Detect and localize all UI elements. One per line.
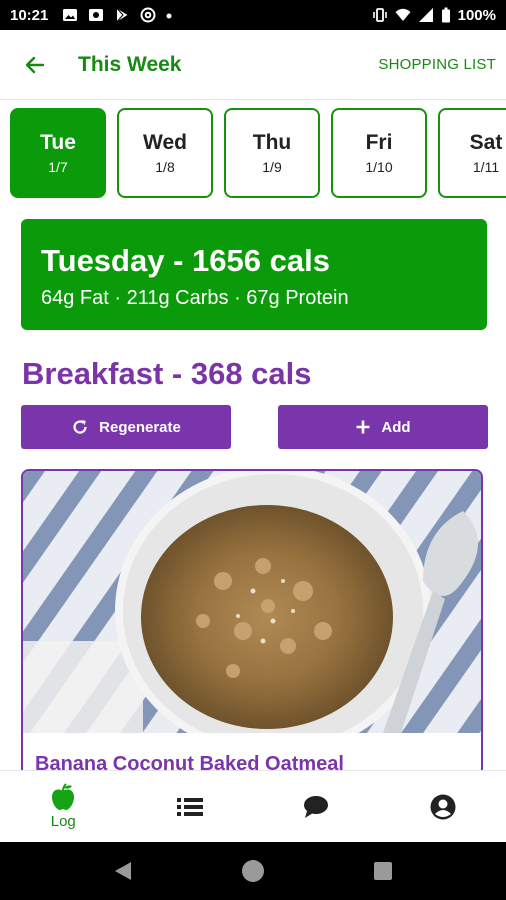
back-triangle-icon[interactable] <box>113 860 133 882</box>
day-chip-sat[interactable]: Sat 1/11 <box>438 108 506 198</box>
recipe-card[interactable]: Banana Coconut Baked Oatmeal <box>21 469 483 789</box>
at-sign-icon <box>140 7 156 23</box>
day-name: Thu <box>252 131 292 154</box>
nav-log-label: Log <box>50 813 76 830</box>
account-icon <box>430 794 456 819</box>
status-right: 100% <box>372 7 496 24</box>
nav-log[interactable]: Log <box>0 771 127 842</box>
chat-icon <box>304 795 329 818</box>
image-icon <box>63 9 78 21</box>
plus-icon <box>356 420 370 434</box>
day-chip-fri[interactable]: Fri 1/10 <box>331 108 427 198</box>
notification-icons <box>62 7 172 23</box>
signal-icon <box>418 8 433 22</box>
image-settings-icon <box>89 9 104 21</box>
page-title: This Week <box>78 52 182 76</box>
back-button[interactable] <box>12 42 58 88</box>
refresh-icon <box>73 420 87 434</box>
regenerate-label: Regenerate <box>99 418 181 436</box>
day-chip-wed[interactable]: Wed 1/8 <box>117 108 213 198</box>
nav-profile[interactable] <box>380 771 506 842</box>
battery-icon <box>441 7 450 23</box>
system-nav-bar <box>0 842 506 900</box>
daily-summary-card: Tuesday - 1656 cals 64g Fat · 211g Carbs… <box>21 219 487 330</box>
wifi-icon <box>395 8 411 21</box>
day-date: 1/9 <box>262 159 282 175</box>
day-chip-tue[interactable]: Tue 1/7 <box>10 108 106 198</box>
screen: 10:21 100% This Week SHOPPING LIST Tue 1… <box>0 0 506 900</box>
home-circle-icon[interactable] <box>240 858 266 884</box>
nav-chat[interactable] <box>253 771 380 842</box>
day-selector: Tue 1/7 Wed 1/8 Thu 1/9 Fri 1/10 Sat 1/1… <box>10 108 506 198</box>
day-date: 1/8 <box>155 159 175 175</box>
day-date: 1/11 <box>472 159 500 175</box>
day-name: Sat <box>469 131 503 154</box>
day-date: 1/10 <box>365 159 393 175</box>
day-date: 1/7 <box>48 159 68 175</box>
day-chip-thu[interactable]: Thu 1/9 <box>224 108 320 198</box>
dot-icon <box>166 13 172 19</box>
vibrate-icon <box>372 8 387 22</box>
recents-square-icon[interactable] <box>373 861 393 881</box>
day-name: Tue <box>40 131 76 154</box>
daily-calories: Tuesday - 1656 cals <box>41 243 330 278</box>
recipe-photo <box>23 471 481 733</box>
regenerate-button[interactable]: Regenerate <box>21 405 231 449</box>
daily-macros: 64g Fat · 211g Carbs · 67g Protein <box>41 287 349 309</box>
nav-list[interactable] <box>127 771 254 842</box>
apple-icon <box>52 783 75 810</box>
meal-title: Breakfast - 368 cals <box>22 356 312 391</box>
bottom-nav: Log <box>0 770 506 842</box>
status-time: 10:21 <box>10 6 49 24</box>
day-name: Wed <box>143 131 187 154</box>
app-bar: This Week SHOPPING LIST <box>0 30 506 100</box>
arrow-left-icon <box>25 56 45 73</box>
battery-percent: 100% <box>457 6 496 24</box>
day-name: Fri <box>365 131 393 154</box>
play-store-icon <box>117 8 128 22</box>
status-bar: 10:21 100% <box>0 0 506 30</box>
list-icon <box>176 797 203 816</box>
add-label: Add <box>381 418 411 436</box>
add-button[interactable]: Add <box>278 405 488 449</box>
shopping-list-button[interactable]: SHOPPING LIST <box>378 56 496 73</box>
